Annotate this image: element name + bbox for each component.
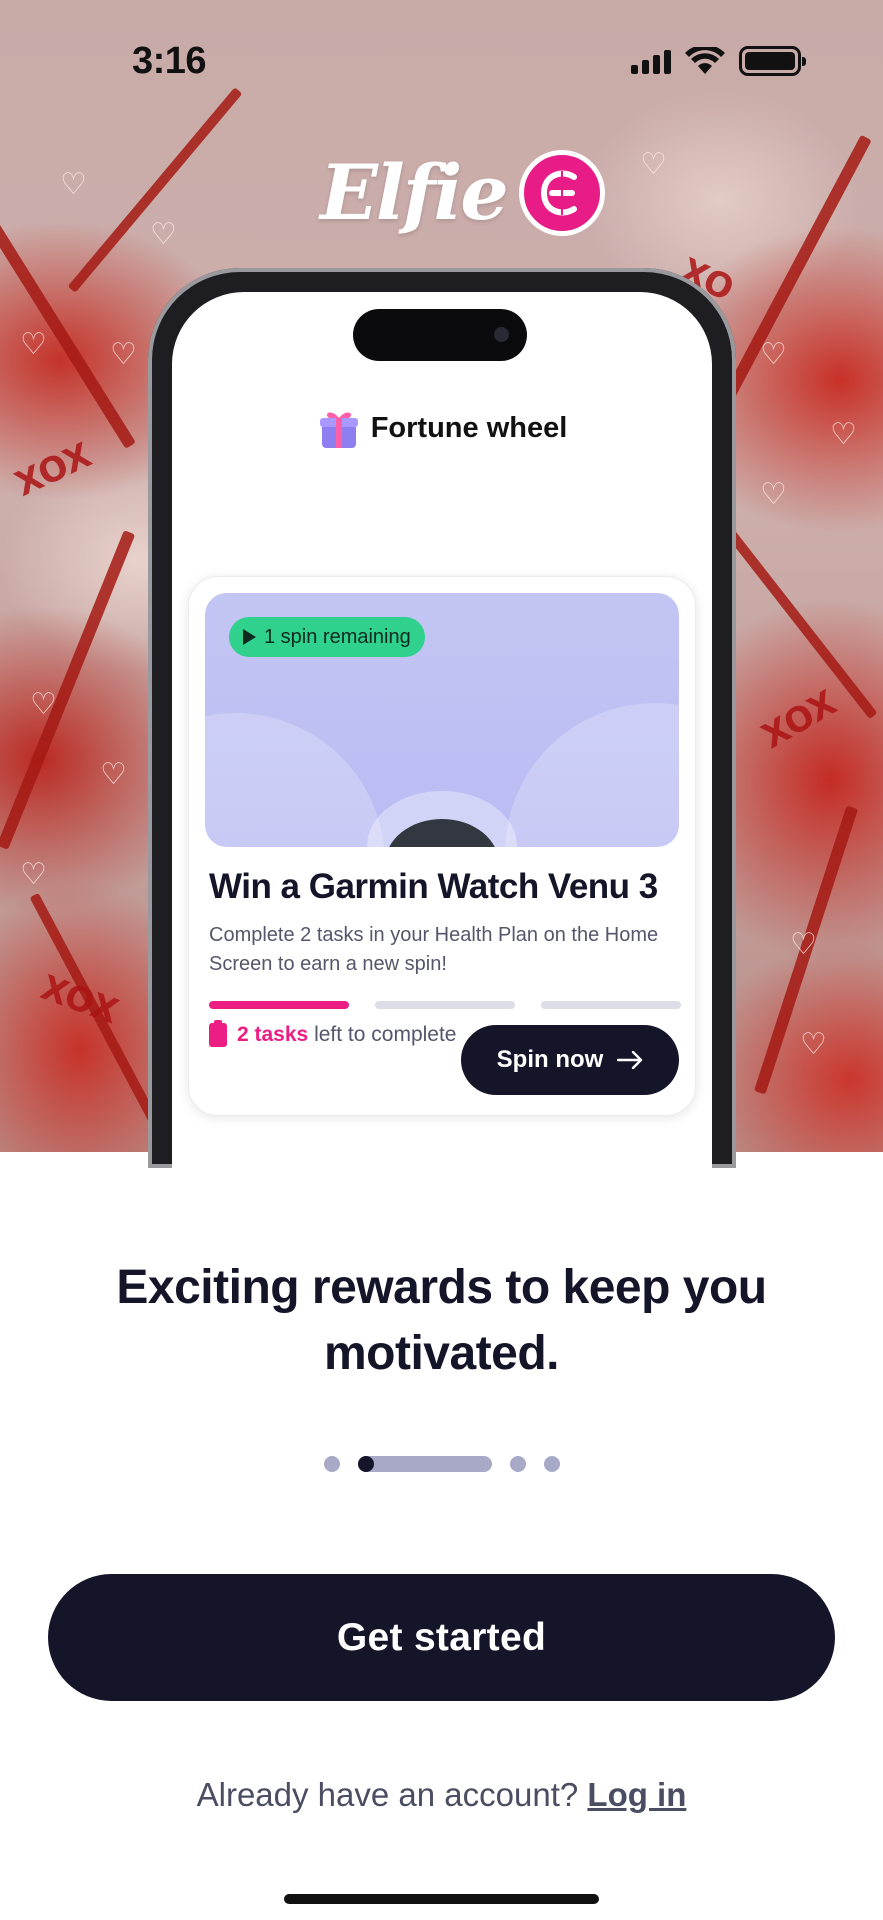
- tasks-left-row: 2 tasks left to complete: [209, 1020, 457, 1047]
- heart-icon: ♡: [790, 927, 817, 962]
- progress-segment: [209, 1001, 349, 1009]
- login-link[interactable]: Log in: [587, 1776, 686, 1813]
- brand-mark-icon: [518, 149, 605, 236]
- gift-icon: [319, 412, 358, 448]
- fortune-wheel-title: Fortune wheel: [172, 406, 712, 450]
- cellular-signal-icon: [631, 48, 671, 74]
- heart-icon: ♡: [20, 327, 47, 362]
- spin-now-label: Spin now: [496, 1046, 604, 1073]
- wifi-icon: [685, 47, 725, 74]
- page-dot[interactable]: [509, 1456, 526, 1472]
- heart-icon: ♡: [100, 757, 127, 792]
- page-dot[interactable]: [543, 1456, 560, 1472]
- arrow-right-icon: [617, 1051, 643, 1069]
- task-progress-bar: [209, 1001, 681, 1009]
- page-dot-active[interactable]: [357, 1456, 492, 1472]
- reward-image: 1 spin remaining: [205, 593, 679, 847]
- tasks-suffix: left to complete: [314, 1023, 457, 1046]
- spin-remaining-text: 1 spin remaining: [264, 625, 411, 648]
- heart-icon: ♡: [830, 417, 857, 452]
- battery-icon: [739, 46, 806, 76]
- xo-pattern: XOX: [755, 682, 844, 758]
- clipboard-icon: [209, 1020, 227, 1047]
- login-row: Already have an account? Log in: [0, 1776, 883, 1814]
- phone-mockup: Fortune wheel 1 spin remaining Win a Gar…: [148, 268, 736, 1168]
- ribbon-decoration: [720, 134, 872, 406]
- status-icons: [631, 46, 806, 76]
- status-time: 3:16: [132, 40, 207, 82]
- heart-icon: ♡: [110, 337, 137, 372]
- page-indicator: [0, 1456, 883, 1472]
- heart-icon: ♡: [60, 167, 87, 202]
- heart-icon: ♡: [640, 147, 667, 182]
- home-indicator[interactable]: [284, 1894, 599, 1904]
- brand-wordmark: Elfie: [320, 148, 509, 237]
- heart-icon: ♡: [150, 217, 177, 252]
- play-icon: [243, 629, 256, 645]
- heart-icon: ♡: [760, 337, 787, 372]
- heart-icon: ♡: [30, 687, 57, 722]
- login-prompt: Already have an account?: [196, 1776, 579, 1813]
- tasks-count: 2 tasks: [237, 1023, 309, 1046]
- phone-screen: Fortune wheel 1 spin remaining Win a Gar…: [172, 292, 712, 1168]
- ribbon-decoration: [0, 171, 136, 449]
- brand-logo: Elfie: [320, 148, 605, 237]
- spin-remaining-badge: 1 spin remaining: [229, 617, 425, 657]
- reward-card[interactable]: 1 spin remaining Win a Garmin Watch Venu…: [188, 576, 696, 1116]
- page-dot[interactable]: [323, 1456, 340, 1472]
- progress-segment: [541, 1001, 681, 1009]
- ribbon-decoration: [0, 530, 136, 850]
- screen-title-text: Fortune wheel: [370, 411, 568, 444]
- xo-pattern: XOX: [9, 435, 98, 505]
- reward-description: Complete 2 tasks in your Health Plan on …: [209, 924, 659, 975]
- heart-icon: ♡: [20, 857, 47, 892]
- heart-icon: ♡: [800, 1027, 827, 1062]
- onboarding-headline: Exciting rewards to keep you motivated.: [116, 1261, 767, 1380]
- get-started-button[interactable]: Get started: [48, 1574, 835, 1701]
- spin-now-button[interactable]: Spin now: [461, 1025, 679, 1095]
- watch-image: [367, 791, 517, 847]
- reward-title: Win a Garmin Watch Venu 3: [209, 867, 658, 906]
- dynamic-island: [353, 309, 527, 361]
- heart-icon: ♡: [760, 477, 787, 512]
- progress-segment: [375, 1001, 515, 1009]
